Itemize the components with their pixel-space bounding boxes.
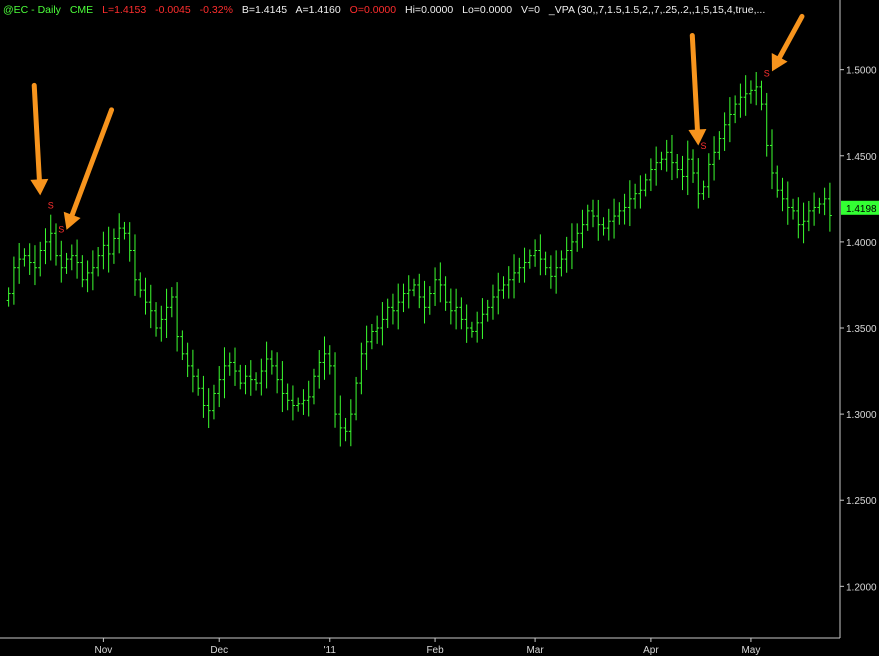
price-tick-label: 1.4500	[846, 152, 877, 163]
low-value: Lo=0.0000	[462, 4, 513, 16]
chart-header: @EC - Daily CME L=1.4153 -0.0045 -0.32% …	[3, 4, 771, 16]
time-tick-label: '11	[324, 645, 337, 656]
last-value: L=1.4153	[102, 4, 147, 16]
time-tick-label: Apr	[643, 645, 659, 656]
time-tick-label: May	[741, 645, 760, 656]
symbol-label: @EC - Daily	[3, 4, 61, 16]
last-price-label: 1.4198	[846, 204, 877, 215]
price-tick-label: 1.4000	[846, 238, 877, 249]
change-value: -0.0045	[155, 4, 191, 16]
indicator-label: _VPA (30,,7,1.5,1.5,2,,7,.25,.2,,1,5,15,…	[548, 4, 766, 16]
time-tick-label: Mar	[526, 645, 544, 656]
sell-signal-marker: S	[58, 224, 64, 234]
bid-value: B=1.4145	[241, 4, 288, 16]
price-chart: 1.2000 1.2500 1.3000 1.3500 1.4000 1.4500 1.50…	[0, 0, 879, 656]
price-tick-label: 1.2000	[846, 582, 877, 593]
price-tick-label: 1.3500	[846, 324, 877, 335]
time-tick-label: Feb	[426, 645, 444, 656]
sell-signal-marker: S	[701, 141, 707, 151]
exchange-label: CME	[69, 4, 94, 16]
change-percent: -0.32%	[199, 4, 233, 16]
sell-signal-marker: S	[48, 200, 54, 210]
time-tick-label: Dec	[210, 645, 228, 656]
high-value: Hi=0.0000	[405, 4, 454, 16]
last-price-tag: 1.4198	[841, 200, 879, 215]
ask-value: A=1.4160	[295, 4, 341, 16]
open-value: O=0.0000	[349, 4, 397, 16]
volume-value: V=0	[520, 4, 540, 16]
sell-signal-marker: S	[764, 69, 770, 79]
time-tick-label: Nov	[94, 645, 112, 656]
price-tick-label: 1.5000	[846, 66, 877, 77]
chart-background	[0, 0, 879, 656]
price-tick-label: 1.3000	[846, 410, 877, 421]
price-tick-label: 1.2500	[846, 496, 877, 507]
